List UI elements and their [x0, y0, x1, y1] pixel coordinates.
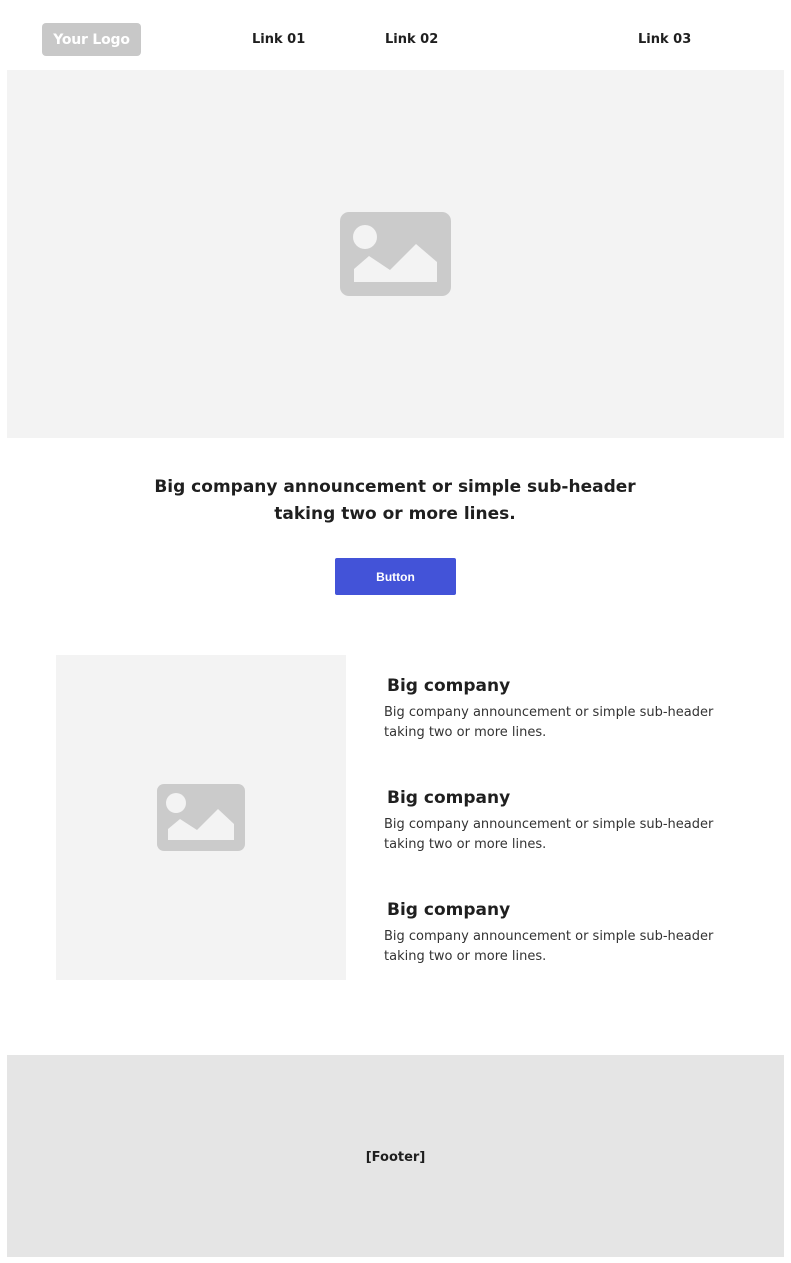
footer: [Footer]: [7, 1055, 784, 1257]
feature-title: Big company: [387, 676, 511, 696]
feature-item: Big company Big company announcement or …: [384, 787, 764, 855]
hero-image: [7, 70, 784, 438]
announcement-line-2: taking two or more lines.: [274, 504, 516, 524]
announcement-line-1: Big company announcement or simple sub-h…: [154, 477, 636, 497]
announcement-heading: Big company announcement or simple sub-h…: [95, 474, 695, 528]
feature-description: Big company announcement or simple sub-h…: [384, 927, 764, 967]
feature-description-line-2: taking two or more lines.: [384, 725, 547, 740]
feature-description: Big company announcement or simple sub-h…: [384, 703, 764, 743]
feature-description-line-1: Big company announcement or simple sub-h…: [384, 817, 714, 832]
feature-title: Big company: [387, 900, 511, 920]
feature-description-line-2: taking two or more lines.: [384, 837, 547, 852]
feature-description-line-2: taking two or more lines.: [384, 949, 547, 964]
feature-description: Big company announcement or simple sub-h…: [384, 815, 764, 855]
nav-link-02[interactable]: Link 02: [385, 32, 438, 47]
feature-item: Big company Big company announcement or …: [384, 899, 764, 967]
footer-label: [Footer]: [365, 1149, 426, 1165]
image-placeholder-icon: [340, 212, 451, 296]
feature-title: Big company: [387, 788, 511, 808]
feature-item: Big company Big company announcement or …: [384, 675, 764, 743]
logo[interactable]: Your Logo: [42, 23, 141, 56]
feature-description-line-1: Big company announcement or simple sub-h…: [384, 929, 714, 944]
feature-image: [56, 655, 346, 980]
nav-link-01[interactable]: Link 01: [252, 32, 305, 47]
image-placeholder-icon: [157, 784, 245, 851]
feature-description-line-1: Big company announcement or simple sub-h…: [384, 705, 714, 720]
primary-button[interactable]: Button: [335, 558, 456, 595]
nav-link-03[interactable]: Link 03: [638, 32, 691, 47]
